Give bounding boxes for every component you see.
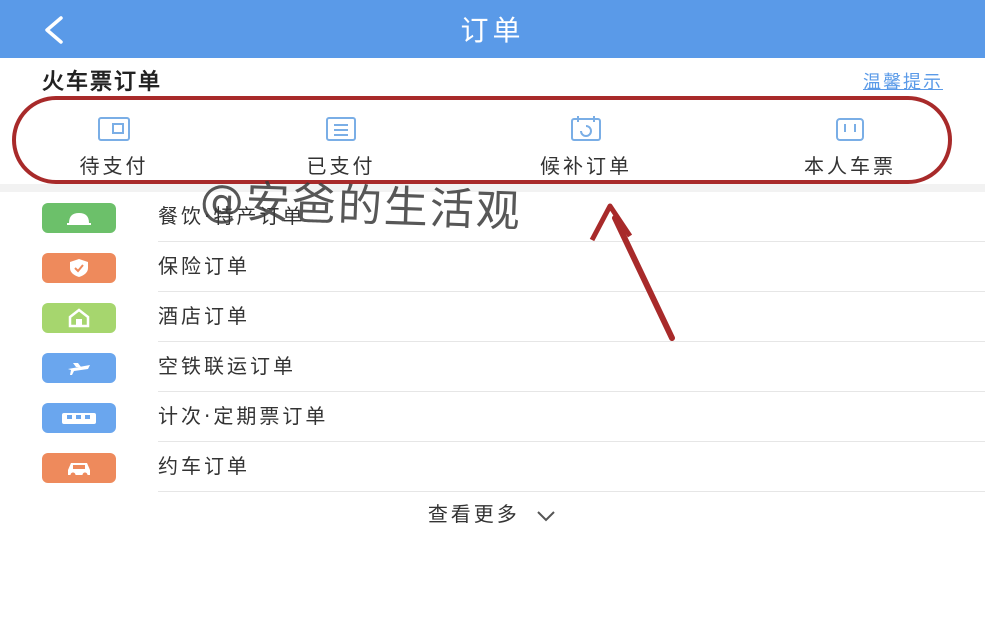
back-button[interactable]	[34, 10, 74, 50]
tab-waitlist[interactable]: 候补订单	[486, 114, 686, 184]
order-list: 餐饮·特产订单 保险订单 酒店订单 空铁联运订单 计次·定期票订单 约车订单	[0, 192, 985, 492]
list-item-hotel-orders[interactable]: 酒店订单	[0, 292, 985, 342]
see-more-button[interactable]: 查看更多	[0, 498, 985, 527]
section-title: 火车票订单	[42, 70, 163, 95]
list-item-label: 保险订单	[158, 254, 250, 278]
tip-link[interactable]: 温馨提示	[863, 68, 943, 94]
list-item-air-rail-orders[interactable]: 空铁联运订单	[0, 342, 985, 392]
list-item-insurance-orders[interactable]: 保险订单	[0, 242, 985, 292]
hotel-icon	[42, 303, 116, 333]
section-header: 火车票订单 温馨提示	[0, 58, 985, 98]
see-more-label: 查看更多	[427, 502, 520, 526]
tab-my-tickets[interactable]: 本人车票	[750, 114, 950, 184]
list-item-catering-orders[interactable]: 餐饮·特产订单	[0, 192, 985, 242]
list-item-pass-ticket-orders[interactable]: 计次·定期票订单	[0, 392, 985, 442]
tab-label: 本人车票	[804, 154, 896, 178]
list-item-label: 空铁联运订单	[158, 354, 296, 378]
tab-label: 候补订单	[540, 154, 632, 178]
divider-band	[0, 184, 985, 192]
calendar-refresh-icon	[571, 116, 601, 141]
shield-icon	[42, 253, 116, 283]
ticket-icon	[836, 118, 864, 141]
train-ticket-icon	[42, 403, 116, 433]
order-status-row: 待支付 已支付 候补订单 本人车票	[0, 100, 985, 182]
list-item-label: 约车订单	[158, 454, 250, 478]
chevron-down-icon	[537, 510, 555, 521]
app-header: 订单	[0, 0, 985, 58]
list-item-label: 酒店订单	[158, 304, 250, 328]
divider	[158, 491, 985, 492]
clipboard-icon	[326, 117, 356, 141]
tab-pending-payment[interactable]: 待支付	[14, 114, 214, 184]
page-title: 订单	[460, 14, 525, 47]
car-icon	[42, 453, 116, 483]
tab-label: 已支付	[306, 154, 376, 178]
list-item-label: 餐饮·特产订单	[158, 204, 306, 228]
food-cloche-icon	[42, 203, 116, 233]
list-item-ride-orders[interactable]: 约车订单	[0, 442, 985, 492]
chevron-left-icon	[45, 16, 63, 44]
tab-label: 待支付	[79, 154, 149, 178]
plane-icon	[42, 353, 116, 383]
wallet-icon	[98, 117, 130, 141]
list-item-label: 计次·定期票订单	[158, 404, 329, 428]
tab-paid[interactable]: 已支付	[241, 114, 441, 184]
